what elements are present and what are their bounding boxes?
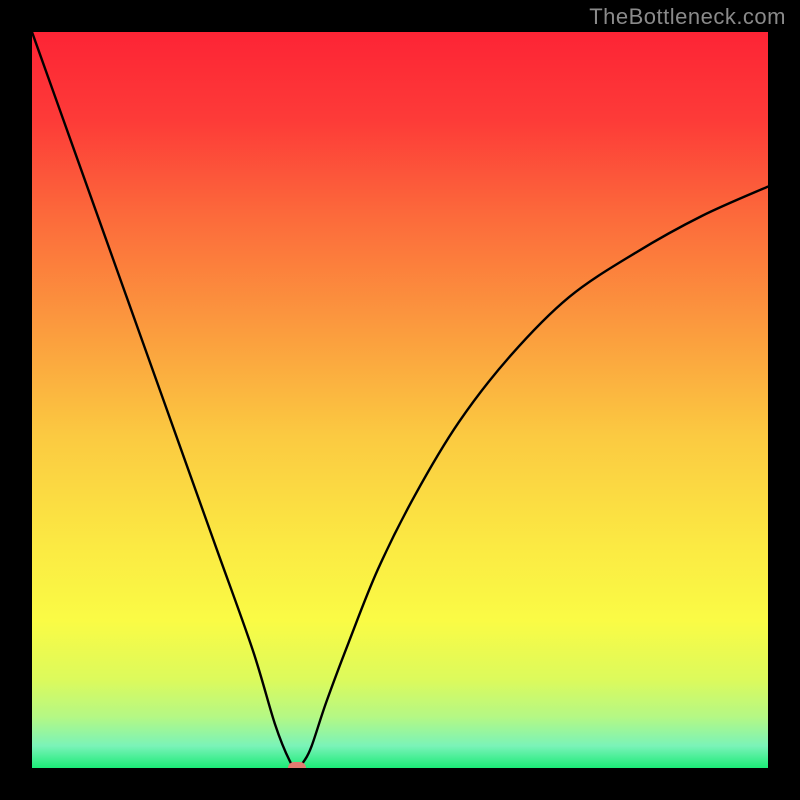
optimal-point-marker — [288, 762, 306, 768]
chart-frame: TheBottleneck.com — [0, 0, 800, 800]
watermark-text: TheBottleneck.com — [589, 4, 786, 30]
chart-svg — [32, 32, 768, 768]
plot-area — [32, 32, 768, 768]
chart-background-gradient — [32, 32, 768, 768]
